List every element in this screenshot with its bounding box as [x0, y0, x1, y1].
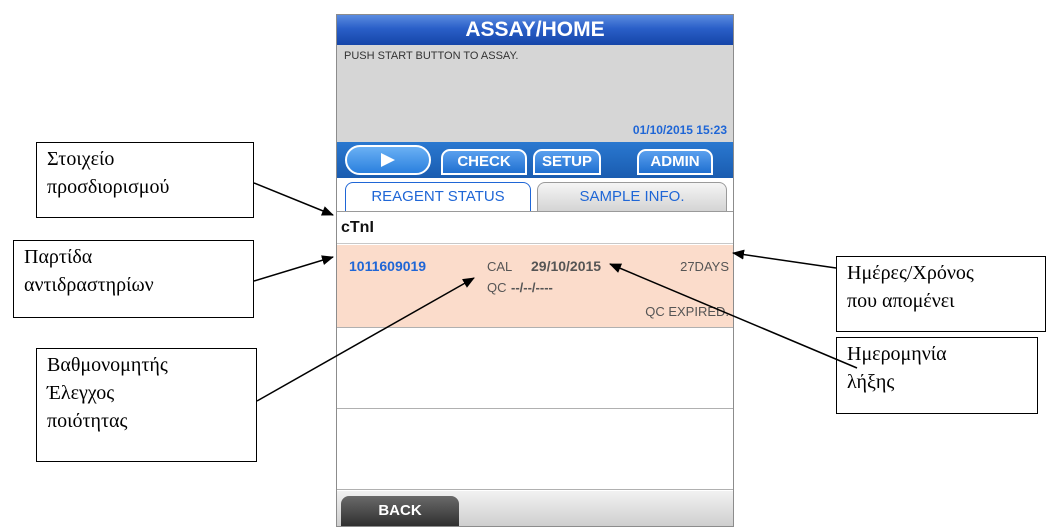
- arrow-days-remaining: [732, 249, 837, 269]
- arrow-cal-qc: [256, 277, 475, 402]
- callout-arrows: [253, 182, 858, 402]
- arrow-assay-item: [253, 182, 334, 216]
- arrow-expiry-date: [609, 263, 858, 369]
- arrow-reagent-lot: [253, 255, 334, 282]
